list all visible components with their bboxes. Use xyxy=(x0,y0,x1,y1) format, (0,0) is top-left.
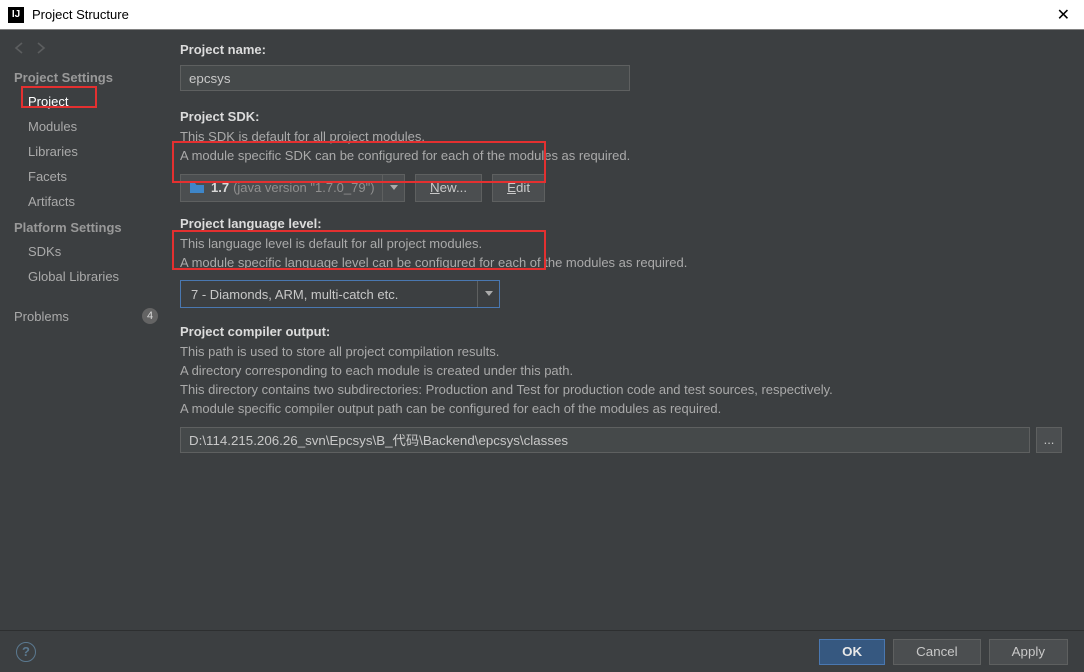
close-icon[interactable]: ✕ xyxy=(1051,5,1076,25)
sidebar-item-label: SDKs xyxy=(28,244,61,259)
sidebar-item-label: Problems xyxy=(14,309,69,324)
highlight-project xyxy=(21,86,97,108)
content: Project name: Project SDK: This SDK is d… xyxy=(172,30,1084,630)
project-name-label: Project name: xyxy=(180,42,1062,57)
sidebar-item-label: Global Libraries xyxy=(28,269,119,284)
compiler-desc-3: This directory contains two subdirectori… xyxy=(180,381,1062,400)
nav-back-icon[interactable] xyxy=(14,42,28,54)
chevron-down-icon xyxy=(485,291,493,297)
sidebar-section-platform-settings: Platform Settings xyxy=(0,214,172,239)
project-sdk-label: Project SDK: xyxy=(180,109,1062,124)
sidebar-item-libraries[interactable]: Libraries xyxy=(0,139,172,164)
language-level-label: Project language level: xyxy=(180,216,1062,231)
folder-icon xyxy=(189,181,205,194)
sidebar-item-sdks[interactable]: SDKs xyxy=(0,239,172,264)
sidebar-item-modules[interactable]: Modules xyxy=(0,114,172,139)
window-title: Project Structure xyxy=(32,7,1051,22)
language-level-value: 7 - Diamonds, ARM, multi-catch etc. xyxy=(181,287,477,302)
apply-button[interactable]: Apply xyxy=(989,639,1068,665)
language-level-dropdown[interactable]: 7 - Diamonds, ARM, multi-catch etc. xyxy=(180,280,500,308)
compiler-output-input[interactable] xyxy=(180,427,1030,453)
sidebar-item-label: Facets xyxy=(28,169,67,184)
titlebar: IJ Project Structure ✕ xyxy=(0,0,1084,30)
sidebar-item-label: Libraries xyxy=(28,144,78,159)
compiler-output-label: Project compiler output: xyxy=(180,324,1062,339)
cancel-button[interactable]: Cancel xyxy=(893,639,981,665)
compiler-desc-1: This path is used to store all project c… xyxy=(180,343,1062,362)
help-icon[interactable]: ? xyxy=(16,642,36,662)
sidebar-item-label: Modules xyxy=(28,119,77,134)
sidebar-item-facets[interactable]: Facets xyxy=(0,164,172,189)
browse-button[interactable]: ... xyxy=(1036,427,1062,453)
compiler-desc-2: A directory corresponding to each module… xyxy=(180,362,1062,381)
sidebar-item-problems[interactable]: Problems 4 xyxy=(0,303,172,329)
project-name-input[interactable] xyxy=(180,65,630,91)
highlight-language-level xyxy=(172,230,546,270)
app-icon: IJ xyxy=(8,7,24,23)
sidebar-item-artifacts[interactable]: Artifacts xyxy=(0,189,172,214)
ok-button[interactable]: OK xyxy=(819,639,885,665)
problems-count-badge: 4 xyxy=(142,308,158,324)
chevron-down-icon xyxy=(390,185,398,191)
footer: ? OK Cancel Apply xyxy=(0,630,1084,672)
sidebar: Project Settings Project Modules Librari… xyxy=(0,30,172,630)
compiler-desc-4: A module specific compiler output path c… xyxy=(180,400,1062,419)
highlight-sdk xyxy=(172,141,546,183)
nav-forward-icon[interactable] xyxy=(34,42,48,54)
sidebar-item-global-libraries[interactable]: Global Libraries xyxy=(0,264,172,289)
sidebar-item-label: Artifacts xyxy=(28,194,75,209)
